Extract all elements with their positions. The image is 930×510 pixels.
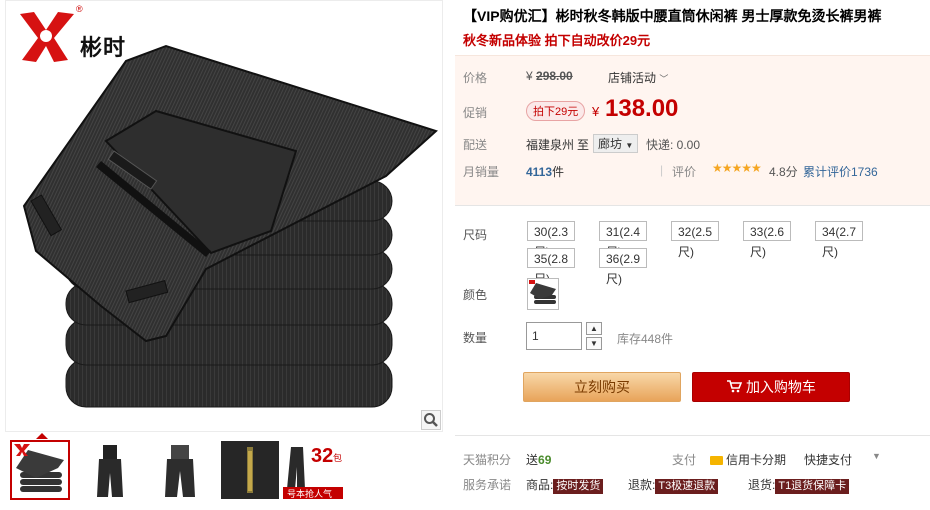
thumbnail-4[interactable]: [220, 440, 280, 500]
thumbnail-zipper-detail-image: [221, 441, 279, 499]
service-return-word: 退货:: [748, 478, 776, 492]
thumbnail-badge-unit: 包: [333, 453, 343, 463]
size-label: 尺码: [463, 228, 488, 242]
service-return-tag[interactable]: T1退货保障卡: [775, 479, 850, 494]
service-refund-tag[interactable]: T3极速退款: [655, 479, 719, 494]
shipping-from: 福建泉州: [526, 138, 575, 152]
stock-count: 库存448件: [617, 332, 674, 346]
original-price-value: 298.00: [536, 69, 573, 83]
payment-more-dropdown[interactable]: ▼: [872, 451, 881, 461]
color-label: 颜色: [463, 288, 488, 302]
quantity-increase-button[interactable]: ▲: [586, 322, 602, 335]
current-price-symbol: ¥: [592, 104, 600, 119]
cumulative-reviews-link[interactable]: 累计评价1736: [803, 163, 878, 180]
credit-installment-label: 信用卡分期: [726, 453, 787, 467]
tmall-points-value: 69: [538, 453, 552, 467]
thumbnail-model-back-image: [165, 445, 195, 497]
caret-down-icon: ▼: [625, 141, 634, 150]
thumbnail-jeans-stack-image: [14, 444, 64, 492]
chevron-down-icon: ﹀: [659, 74, 669, 84]
selected-thumbnail-indicator: [36, 433, 48, 439]
tmall-points: 送69: [526, 451, 551, 468]
destination-city: 廊坊 ▼: [593, 134, 639, 153]
rating-label: 评价: [672, 165, 697, 179]
promo-badge: 拍下29元: [526, 101, 586, 121]
divider: |: [660, 163, 664, 177]
color-swatch-jeans-image: [529, 280, 556, 304]
service-refund-word: 退款:: [628, 478, 656, 492]
service-goods-word: 商品:: [526, 478, 554, 492]
size-option-33[interactable]: 33(2.6尺): [743, 221, 792, 259]
color-swatch-black[interactable]: [527, 278, 559, 310]
destination-city-dropdown[interactable]: 廊坊 ▼: [593, 134, 639, 153]
arrow-up-icon: ▲: [590, 324, 598, 333]
brand-logo-mark-icon: [20, 12, 74, 62]
payment-label: 支付: [672, 453, 697, 467]
thumbnail-badge-caption: 号本抢人气: [287, 489, 333, 499]
add-to-cart-label: 加入购物车: [745, 379, 816, 395]
tmall-points-label: 天猫积分: [463, 453, 512, 467]
arrow-down-icon: ▼: [590, 339, 598, 348]
brand-logo: [18, 8, 80, 67]
monthly-sales: 4113件: [526, 163, 564, 180]
magnifier-icon: [424, 413, 438, 427]
thumbnail-5[interactable]: 32 包 号本抢人气: [282, 440, 344, 500]
product-title: 【VIP购优汇】彬时秋冬韩版中腰直筒休闲裤 男士厚款免烫长裤男裤: [463, 8, 882, 24]
shipping-to-word: 至: [577, 138, 590, 152]
original-price-symbol: ¥: [526, 69, 533, 83]
service-label: 服务承诺: [463, 478, 512, 492]
zoom-button[interactable]: [421, 410, 441, 430]
credit-card-icon: [710, 456, 723, 466]
add-to-cart-button[interactable]: 加入购物车: [692, 372, 850, 402]
size-option-32[interactable]: 32(2.5尺): [671, 221, 720, 259]
thumbnail-badge-number: 32: [311, 445, 334, 467]
thumbnail-1[interactable]: [10, 440, 70, 500]
service-refund: 退款: T3极速退款: [628, 476, 719, 494]
section-divider-2: [455, 435, 930, 436]
destination-city-label: 廊坊: [598, 137, 623, 151]
quantity-label: 数量: [463, 331, 488, 345]
service-goods: 商品: 按时发货: [526, 476, 604, 494]
monthly-sales-count: 4113: [526, 165, 553, 179]
express-pay: 快捷支付: [804, 453, 853, 467]
current-price-value: 138.00: [605, 95, 679, 122]
monthly-sales-label: 月销量: [463, 165, 500, 179]
size-option-31[interactable]: 31(2.4尺): [599, 221, 648, 259]
store-activity-label: 店铺活动: [608, 71, 657, 85]
caret-down-icon: ▼: [872, 451, 881, 461]
cart-icon: [726, 374, 743, 402]
price-label: 价格: [463, 71, 488, 85]
size-option-34[interactable]: 34(2.7尺): [815, 221, 864, 259]
shipping-label: 配送: [463, 138, 488, 152]
express-fee: 快递: 0.00: [646, 138, 701, 152]
brand-name: 彬时: [80, 35, 127, 60]
store-activity-dropdown[interactable]: 店铺活动 ﹀: [608, 69, 668, 86]
service-return: 退货: T1退货保障卡: [748, 476, 850, 494]
promo-badge-text: 拍下29元: [526, 101, 586, 121]
size-option-36[interactable]: 36(2.9尺): [599, 248, 648, 286]
quantity-input[interactable]: 1: [526, 322, 582, 350]
buy-now-button[interactable]: 立刻购买: [523, 372, 681, 402]
registered-mark: ®: [76, 4, 83, 14]
quantity-decrease-button[interactable]: ▼: [586, 337, 602, 350]
original-price: ¥ 298.00: [526, 69, 573, 83]
size-option-30[interactable]: 30(2.3尺): [527, 221, 576, 259]
promo-label: 促销: [463, 106, 488, 120]
rating-score: 4.8分: [769, 165, 798, 179]
thumbnail-2[interactable]: [80, 440, 140, 500]
section-divider: [455, 205, 930, 206]
size-option-35[interactable]: 35(2.8尺): [527, 248, 576, 286]
monthly-sales-unit: 件: [552, 165, 565, 179]
service-goods-tag[interactable]: 按时发货: [553, 479, 604, 494]
tmall-points-send-word: 送: [526, 453, 539, 467]
credit-installment: 信用卡分期: [710, 451, 786, 468]
thumbnail-model-front-image: [97, 445, 123, 497]
rating-stars: ★★★★★: [712, 161, 762, 175]
thumbnail-3[interactable]: [150, 440, 210, 500]
product-subtitle: 秋冬新品体验 拍下自动改价29元: [463, 33, 651, 48]
